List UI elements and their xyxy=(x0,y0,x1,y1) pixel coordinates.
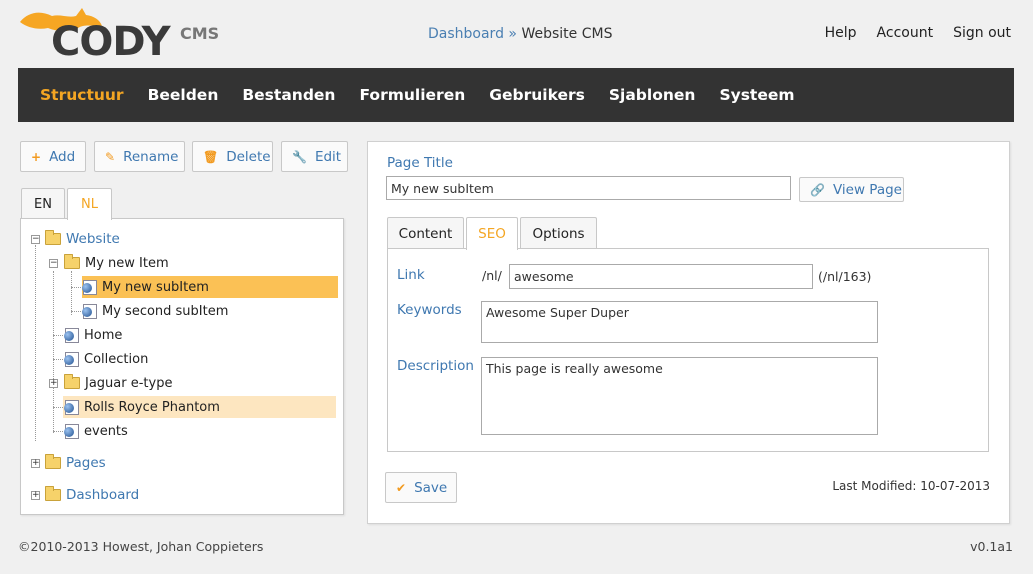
add-button[interactable]: + Add xyxy=(20,141,86,172)
rename-button[interactable]: ✎ Rename xyxy=(94,141,185,172)
description-textarea[interactable]: This page is really awesome xyxy=(481,357,878,435)
breadcrumb-separator: » xyxy=(508,26,517,42)
tree-node-events[interactable]: events xyxy=(64,420,128,442)
breadcrumb-dashboard-link[interactable]: Dashboard xyxy=(428,26,504,42)
lang-tab-en[interactable]: EN xyxy=(21,188,65,219)
page-title-input[interactable] xyxy=(386,176,791,200)
folder-icon xyxy=(64,374,80,389)
nav-item-formulieren[interactable]: Formulieren xyxy=(359,86,465,104)
tree-node-collection[interactable]: Collection xyxy=(64,348,148,370)
folder-icon xyxy=(45,486,61,501)
main-nav: Structuur Beelden Bestanden Formulieren … xyxy=(18,68,1014,122)
tree-node-jaguar[interactable]: Jaguar e-type xyxy=(64,372,172,394)
help-link[interactable]: Help xyxy=(825,25,857,41)
tree-node-dashboard[interactable]: Dashboard xyxy=(45,484,139,506)
page-globe-icon xyxy=(64,327,79,343)
tree-node-website[interactable]: Website xyxy=(45,228,120,250)
tree-node-my-new-item[interactable]: My new Item xyxy=(64,252,169,274)
tab-options[interactable]: Options xyxy=(520,217,597,249)
trash-icon: 🗑 xyxy=(203,149,219,164)
page-globe-icon xyxy=(64,423,79,439)
tree-node-pages[interactable]: Pages xyxy=(45,452,106,474)
keywords-textarea[interactable]: Awesome Super Duper xyxy=(481,301,878,343)
nav-item-beelden[interactable]: Beelden xyxy=(148,86,219,104)
pencil-icon: ✎ xyxy=(105,149,116,164)
brand-sub: CMS xyxy=(180,24,220,43)
nav-item-gebruikers[interactable]: Gebruikers xyxy=(489,86,585,104)
wrench-icon: 🔧 xyxy=(292,149,307,164)
cody-logo[interactable]: CODY CMS xyxy=(18,6,220,65)
tab-seo[interactable]: SEO xyxy=(466,217,518,250)
last-modified: Last Modified: 10-07-2013 xyxy=(832,479,990,493)
link-prefix: /nl/ xyxy=(482,268,502,283)
keywords-label: Keywords xyxy=(397,302,462,318)
top-links: Help Account Sign out xyxy=(825,25,1011,41)
link-label: Link xyxy=(397,267,425,283)
tree-node-rolls-royce[interactable]: Rolls Royce Phantom xyxy=(64,396,220,418)
nav-item-structuur[interactable]: Structuur xyxy=(40,86,124,104)
page-editor: Page Title 🔗 View Page Content SEO Optio… xyxy=(367,141,1010,524)
link-input[interactable] xyxy=(509,264,813,289)
save-button[interactable]: ✔ Save xyxy=(385,472,457,503)
tree-line xyxy=(53,359,63,360)
tree-line xyxy=(53,431,63,432)
collapse-icon[interactable]: − xyxy=(31,235,40,244)
checkmark-icon: ✔ xyxy=(396,480,407,495)
folder-icon xyxy=(64,254,80,269)
edit-button[interactable]: 🔧 Edit xyxy=(281,141,348,172)
sign-out-link[interactable]: Sign out xyxy=(953,25,1011,41)
collapse-icon[interactable]: − xyxy=(49,259,58,268)
page-title-label: Page Title xyxy=(387,155,453,171)
expand-icon[interactable]: + xyxy=(49,379,58,388)
seo-tab-panel: Link /nl/ (/nl/163) Keywords Awesome Sup… xyxy=(387,248,989,452)
lang-tab-nl[interactable]: NL xyxy=(67,188,112,220)
breadcrumb-current: Website CMS xyxy=(521,26,613,42)
tree-line xyxy=(53,407,63,408)
page-globe-icon xyxy=(64,351,79,367)
tree-line xyxy=(53,335,63,336)
tab-content[interactable]: Content xyxy=(387,217,464,249)
delete-button[interactable]: 🗑 Delete xyxy=(192,141,273,172)
nav-item-sjablonen[interactable]: Sjablonen xyxy=(609,86,696,104)
page-globe-icon xyxy=(82,303,97,319)
link-icon: 🔗 xyxy=(810,182,825,197)
tree-node-home[interactable]: Home xyxy=(64,324,122,346)
nav-item-systeem[interactable]: Systeem xyxy=(719,86,794,104)
page-globe-icon xyxy=(64,399,79,415)
page-tree: − − + + + Website My new Item My new sub… xyxy=(20,218,344,515)
tree-line xyxy=(35,245,36,441)
tree-node-my-new-subitem[interactable]: My new subItem xyxy=(82,276,209,298)
link-suffix: (/nl/163) xyxy=(818,269,872,284)
description-label: Description xyxy=(397,358,474,374)
tree-line xyxy=(71,271,72,315)
view-page-button[interactable]: 🔗 View Page xyxy=(799,177,904,202)
brand-name: CODY xyxy=(51,19,171,65)
expand-icon[interactable]: + xyxy=(31,491,40,500)
plus-icon: + xyxy=(31,149,42,164)
breadcrumb: Dashboard » Website CMS xyxy=(428,26,612,42)
tree-line xyxy=(53,271,54,433)
footer-copyright: ©2010-2013 Howest, Johan Coppieters xyxy=(18,539,264,554)
tree-node-my-second-subitem[interactable]: My second subItem xyxy=(82,300,228,322)
footer-version: v0.1a1 xyxy=(970,539,1013,554)
page-globe-icon xyxy=(82,279,97,295)
folder-icon xyxy=(45,454,61,469)
account-link[interactable]: Account xyxy=(877,25,934,41)
expand-icon[interactable]: + xyxy=(31,459,40,468)
nav-item-bestanden[interactable]: Bestanden xyxy=(242,86,335,104)
folder-icon xyxy=(45,230,61,245)
